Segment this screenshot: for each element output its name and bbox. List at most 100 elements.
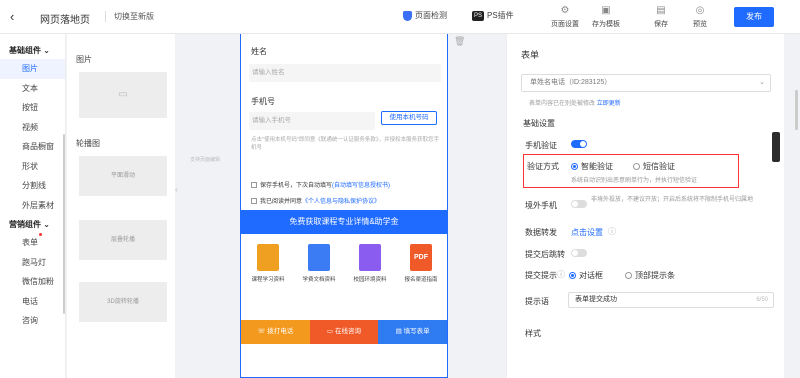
jump-after-submit-toggle[interactable] <box>571 249 587 257</box>
phone-input[interactable]: 请输入手机号 <box>249 112 375 130</box>
phone-verify-toggle[interactable] <box>571 140 587 148</box>
autofill-auth-link[interactable]: (自动填写信息授权书) <box>332 183 390 189</box>
save-as-template-button[interactable]: ▣ 存为模板 <box>586 5 626 29</box>
chevron-down-icon: ⌄ <box>43 220 50 229</box>
save-phone-agreement[interactable]: 保存手机号，下次自动填写(自动填写信息授权书) <box>251 180 390 189</box>
carousel-stack-thumb[interactable]: 层叠轮播 <box>79 220 167 260</box>
privacy-checkbox[interactable] <box>251 198 257 205</box>
form-select[interactable]: 单姓名电话（ID:283125） ⌄ <box>521 74 771 92</box>
nav-item-video[interactable]: 视频 <box>0 118 65 138</box>
page-check-button[interactable]: 页面检测 <box>403 10 447 21</box>
name-input[interactable]: 请输入姓名 <box>249 64 441 82</box>
save-button[interactable]: ▤ 保存 <box>641 5 681 29</box>
carousel-3d-thumb[interactable]: 3D旋转轮播 <box>79 282 167 322</box>
basic-settings-heading: 基础设置 <box>523 119 555 128</box>
ps-plugin-button[interactable]: PS PS插件 <box>472 10 514 21</box>
call-phone-button[interactable]: ☏ 拨打电话 <box>241 320 310 344</box>
nav-group-marketing[interactable]: 营销组件 ⌄ <box>0 217 65 233</box>
folder-icon <box>257 244 279 271</box>
nav-item-consult[interactable]: 咨询 <box>0 311 65 331</box>
save-label: 保存 <box>654 21 668 28</box>
page-settings-button[interactable]: ⚙ 页面设置 <box>545 5 585 29</box>
call-phone-label: 拨打电话 <box>267 328 294 335</box>
privacy-text: 我已阅读并同意 <box>260 199 303 205</box>
image-icon: ▭ <box>118 89 128 100</box>
nav-item-product-showcase[interactable]: 商品橱窗 <box>0 137 65 157</box>
nav-item-text[interactable]: 文本 <box>0 79 65 99</box>
delete-icon[interactable]: 🗑 <box>454 36 465 47</box>
images-section-label: 图片 <box>76 55 92 64</box>
privacy-policy-link[interactable]: 《个人信息与隐私保护协议》 <box>302 199 380 205</box>
nav-item-outer-material[interactable]: 外层素材 <box>0 196 65 216</box>
sms-verify-option[interactable]: 短信验证 <box>633 161 675 172</box>
dialog-option[interactable]: 对话框 <box>569 270 603 281</box>
form-submit-button[interactable]: 免费获取课程专业详情&助学金 <box>241 210 447 234</box>
feedback-tab[interactable] <box>772 132 780 162</box>
preview-button[interactable]: ◎ 预览 <box>680 5 720 29</box>
nav-item-form[interactable]: 表单 <box>0 233 65 253</box>
nav-item-marquee[interactable]: 跑马灯 <box>0 253 65 273</box>
canvas-hint: 支持页面编辑 <box>190 157 221 163</box>
nav-item-phone[interactable]: 电话 <box>0 292 65 312</box>
save-icon: ▤ <box>656 5 666 16</box>
save-phone-checkbox[interactable] <box>251 182 257 189</box>
nav-item-shape[interactable]: 形状 <box>0 157 65 177</box>
doc-campus-materials[interactable]: 校园环境资料 <box>345 244 395 283</box>
nav-item-divider[interactable]: 分割线 <box>0 176 65 196</box>
switch-old-version-link[interactable]: 切换至新版 <box>105 11 154 22</box>
page-title: 网页落地页 <box>40 15 90 26</box>
top-toolbar: ‹ 网页落地页 切换至新版 页面检测 PS PS插件 ⚙ 页面设置 ▣ 存为模板… <box>0 0 800 34</box>
outside-phone-toggle[interactable] <box>571 200 587 208</box>
form-select-value: 单姓名电话（ID:283125） <box>530 79 612 86</box>
carousel-flat-thumb[interactable]: 平面滑动 <box>79 156 167 196</box>
use-this-phone-button[interactable]: 使用本机号码 <box>381 111 437 125</box>
help-icon[interactable]: ⓘ <box>557 269 565 280</box>
data-forward-label: 数据转发 <box>525 228 557 237</box>
nav-scrollbar[interactable] <box>63 134 65 314</box>
topbar-option[interactable]: 顶部提示条 <box>625 270 675 281</box>
data-forward-settings-link[interactable]: 点击设置 <box>571 227 603 238</box>
outside-phone-desc: 非境外投放，不建议开放；开启后系统将不限制手机号归属地 <box>591 197 754 203</box>
nav-item-image[interactable]: 图片 <box>0 59 65 79</box>
privacy-agreement[interactable]: 我已阅读并同意《个人信息与隐私保护协议》 <box>251 196 380 205</box>
save-as-template-label: 存为模板 <box>592 21 620 28</box>
nav-group-marketing-label: 营销组件 <box>9 220 41 229</box>
component-category-nav: 基础组件 ⌄ 图片 文本 按钮 视频 商品橱窗 形状 分割线 外层素材 营销组件… <box>0 34 66 378</box>
nav-item-wechat[interactable]: 微信加粉 <box>0 272 65 292</box>
style-heading: 样式 <box>525 329 541 338</box>
online-consult-button[interactable]: ▭ 在线咨询 <box>309 320 379 344</box>
collapse-panel-icon[interactable]: ‹ <box>175 185 178 194</box>
doc-label: 校园环境资料 <box>353 277 387 283</box>
preview-label: 预览 <box>693 21 707 28</box>
verify-method-desc: 系统自动识别出恶意刷单行为，并执行短信验证 <box>571 178 698 184</box>
help-icon[interactable]: ⓘ <box>608 226 616 237</box>
toggle-knob <box>572 250 578 256</box>
back-icon[interactable]: ‹ <box>10 9 14 24</box>
online-consult-label: 在线咨询 <box>334 328 361 335</box>
sms-verify-label: 短信验证 <box>643 162 675 171</box>
smart-verify-label: 智能验证 <box>581 162 613 171</box>
ps-icon: PS <box>472 10 484 21</box>
doc-enrollment-guide[interactable]: PDF 报名渠道指南 <box>396 244 446 283</box>
save-phone-text: 保存手机号，下次自动填写 <box>260 183 333 189</box>
component-library: 图片 ▭ 轮播图 平面滑动 层叠轮播 3D旋转轮播 <box>67 34 175 378</box>
radio-selected-icon <box>569 272 576 280</box>
outside-phone-label: 境外手机 <box>525 201 557 210</box>
tip-text-input[interactable]: 表单提交成功 6/50 <box>568 292 774 308</box>
chevron-down-icon: ⌄ <box>759 79 765 86</box>
image-component-thumb[interactable]: ▭ <box>79 72 167 118</box>
nav-group-basic[interactable]: 基础组件 ⌄ <box>0 43 65 59</box>
form-icon: ▤ <box>395 328 404 335</box>
panel-scrollbar[interactable] <box>795 90 798 130</box>
doc-tuition-materials[interactable]: 学费文档资料 <box>294 244 344 283</box>
nav-item-form-label: 表单 <box>22 238 38 247</box>
publish-button[interactable]: 发布 <box>734 7 774 27</box>
nav-item-button[interactable]: 按钮 <box>0 98 65 118</box>
doc-course-materials[interactable]: 课程学习资料 <box>243 244 293 283</box>
smart-verify-option[interactable]: 智能验证 <box>571 161 613 172</box>
gear-icon: ⚙ <box>560 5 570 16</box>
fill-form-button[interactable]: ▤ 填写表单 <box>378 320 448 344</box>
name-field-label: 姓名 <box>251 47 267 56</box>
update-now-link[interactable]: 立即更新 <box>597 101 621 107</box>
form-update-text: 表单内容已在别处被修改 <box>529 101 596 107</box>
